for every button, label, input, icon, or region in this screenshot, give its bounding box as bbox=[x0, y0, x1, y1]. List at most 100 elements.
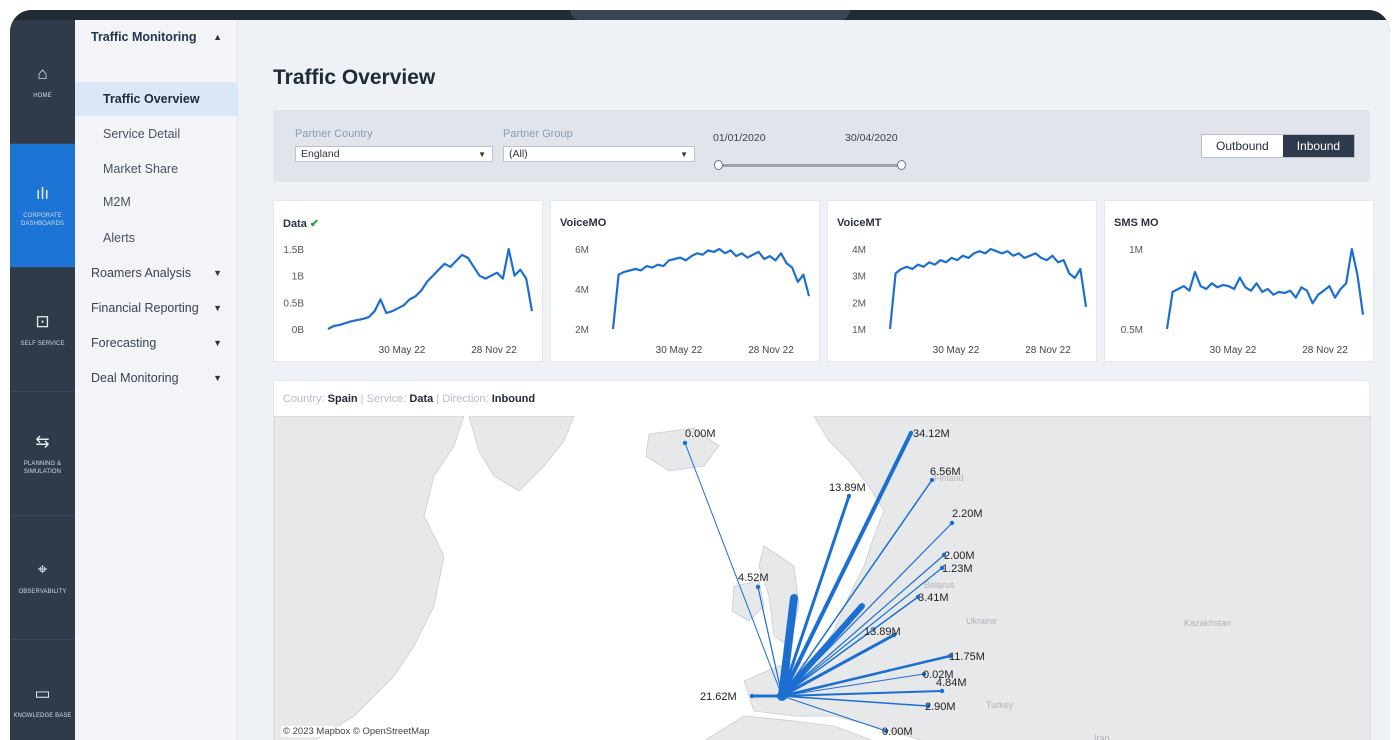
flow-value-label: 3.41M bbox=[918, 592, 949, 604]
map-place-label: Belarus bbox=[924, 580, 955, 590]
flow-endpoint[interactable] bbox=[929, 477, 935, 483]
y-tick-label: 1.5B bbox=[283, 245, 304, 256]
nav-item-alerts[interactable]: Alerts bbox=[75, 221, 238, 255]
rail-label: KNOWLEDGE BASE bbox=[13, 712, 72, 719]
flow-endpoint[interactable] bbox=[682, 440, 688, 446]
sparkline-series bbox=[611, 247, 811, 330]
x-tick-label: 30 May 22 bbox=[379, 345, 426, 356]
sparkline-chart: 6M 4M 2M 30 May 22 28 Nov 22 bbox=[575, 245, 811, 356]
flow-value-label: 2.20M bbox=[952, 508, 983, 520]
flow-value-label: 4.84M bbox=[936, 677, 967, 689]
sparkline-chart: 4M 3M 2M 1M 30 May 22 28 Nov 22 bbox=[852, 245, 1088, 356]
nav-group-label: Roamers Analysis bbox=[91, 266, 192, 280]
land-greenland bbox=[468, 416, 575, 492]
nav-item-label: Traffic Overview bbox=[103, 92, 200, 106]
nav-item-label: Service Detail bbox=[103, 127, 181, 141]
y-tick-label: 1M bbox=[852, 325, 866, 336]
nav-group-traffic-monitoring[interactable]: Traffic Monitoring ▲ bbox=[75, 20, 238, 54]
partner-country-value: England bbox=[301, 148, 340, 160]
nav-item-service-detail[interactable]: Service Detail bbox=[75, 117, 238, 151]
map-place-label: Kazakhstan bbox=[1184, 618, 1231, 628]
flow-value-label: 21.62M bbox=[700, 691, 737, 703]
y-tick-label: 2M bbox=[575, 325, 589, 336]
flow-value-label: 13.89M bbox=[864, 626, 901, 638]
kpi-card-voicemt[interactable]: VoiceMT 4M 3M 2M 1M 30 May 22 28 Nov 22 bbox=[827, 200, 1097, 362]
flow-value-label: 2.00M bbox=[944, 550, 975, 562]
rail-item-home[interactable]: ⌂ HOME bbox=[10, 20, 75, 144]
nav-group-forecasting[interactable]: Forecasting ▼ bbox=[75, 326, 238, 360]
nav-group-label: Forecasting bbox=[91, 336, 157, 350]
nav-item-m2m[interactable]: M2M bbox=[75, 185, 238, 219]
kpi-card-data[interactable]: Data ✔ 1.5B 1B 0.5B 0B 30 May 22 28 Nov 22 bbox=[273, 200, 543, 362]
nav-group-financial-reporting[interactable]: Financial Reporting ▼ bbox=[75, 291, 238, 325]
nav-item-market-share[interactable]: Market Share bbox=[75, 152, 238, 186]
bar-chart-icon: ılı bbox=[35, 183, 50, 203]
partner-group-select[interactable]: (All) ▼ bbox=[503, 146, 695, 162]
direction-value: Inbound bbox=[491, 393, 536, 405]
direction-toggle: Outbound Inbound bbox=[1201, 134, 1356, 158]
global-search-bar[interactable] bbox=[570, 10, 850, 20]
rail-item-observability[interactable]: ⌖ OBSERVABILITY bbox=[10, 516, 75, 640]
rail-item-planning-simulation[interactable]: ⇆ PLANNING & SIMULATION bbox=[10, 392, 75, 516]
sparkline-chart: 1.5B 1B 0.5B 0B 30 May 22 28 Nov 22 bbox=[283, 245, 534, 356]
dropdown-arrow-icon: ▼ bbox=[478, 150, 486, 159]
flow-value-label: 34.12M bbox=[913, 428, 950, 440]
x-tick-label: 28 Nov 22 bbox=[471, 345, 517, 356]
service-value: Data bbox=[409, 393, 434, 405]
rail-item-corporate-dashboards[interactable]: ılı CORPORATE DASHBOARDS bbox=[10, 144, 75, 268]
flow-value-label: 2.90M bbox=[925, 701, 956, 713]
rail-label: CORPORATE DASHBOARDS bbox=[20, 212, 64, 227]
y-tick-label: 1B bbox=[292, 272, 305, 283]
y-tick-label: 2M bbox=[852, 298, 866, 309]
kpi-card-voicemo[interactable]: VoiceMO 6M 4M 2M 30 May 22 28 Nov 22 bbox=[550, 200, 820, 362]
dropdown-arrow-icon: ▼ bbox=[680, 150, 688, 159]
rail-label: HOME bbox=[33, 92, 52, 99]
partner-group-label: Partner Group bbox=[503, 128, 573, 140]
date-end: 30/04/2020 bbox=[845, 132, 898, 144]
book-icon: ▭ bbox=[34, 683, 51, 703]
rail-item-knowledge-base[interactable]: ▭ KNOWLEDGE BASE bbox=[10, 640, 75, 740]
page-title: Traffic Overview bbox=[273, 66, 436, 89]
sparkline-chart: 1M 0.5M 30 May 22 28 Nov 22 bbox=[1121, 245, 1365, 356]
telescope-icon: ⌖ bbox=[37, 559, 48, 579]
nav-group-label: Financial Reporting bbox=[91, 301, 199, 315]
flow-value-label: 6.56M bbox=[930, 466, 961, 478]
flow-value-label: 4.52M bbox=[738, 572, 769, 584]
rail-item-self-service[interactable]: ⊡ SELF SERVICE bbox=[10, 268, 75, 392]
x-tick-label: 30 May 22 bbox=[656, 345, 703, 356]
flow-endpoint[interactable] bbox=[749, 693, 755, 699]
flow-map[interactable]: Finland Belarus Ukraine Kazakhstan Turkey Ira… bbox=[274, 416, 1371, 740]
app-window: ⌂ HOME ılı CORPORATE DASHBOARDS ⊡ SELF SERVIC… bbox=[10, 10, 1390, 740]
nav-group-roamers-analysis[interactable]: Roamers Analysis ▼ bbox=[75, 256, 238, 290]
nav-item-label: Alerts bbox=[103, 231, 135, 245]
map-header: Country: Spain | Service: Data | Directi… bbox=[283, 393, 535, 405]
y-tick-label: 0B bbox=[292, 325, 305, 336]
nav-item-traffic-overview[interactable]: Traffic Overview bbox=[75, 82, 238, 116]
flow-endpoint[interactable] bbox=[949, 520, 955, 526]
flow-value-label: 1.23M bbox=[942, 563, 973, 575]
inbound-button[interactable]: Inbound bbox=[1282, 135, 1355, 157]
x-tick-label: 28 Nov 22 bbox=[1025, 345, 1071, 356]
flow-endpoint[interactable] bbox=[939, 688, 945, 694]
filter-bar: Partner Country England ▼ Partner Group … bbox=[273, 110, 1370, 182]
caret-down-icon: ▼ bbox=[213, 268, 222, 278]
outbound-button[interactable]: Outbound bbox=[1202, 135, 1283, 157]
home-icon: ⌂ bbox=[37, 63, 48, 83]
kpi-card-sms-mo[interactable]: SMS MO 1M 0.5M 30 May 22 28 Nov 22 bbox=[1104, 200, 1374, 362]
flow-endpoint[interactable] bbox=[846, 493, 852, 499]
date-slider-start-handle[interactable] bbox=[714, 160, 723, 170]
rail-label: SELF SERVICE bbox=[20, 340, 65, 347]
nav-group-deal-monitoring[interactable]: Deal Monitoring ▼ bbox=[75, 361, 238, 395]
rail-label: PLANNING & SIMULATION bbox=[23, 460, 62, 475]
y-tick-label: 0.5B bbox=[283, 298, 304, 309]
y-tick-label: 6M bbox=[575, 245, 589, 256]
map-attribution: © 2023 Mapbox © OpenStreetMap bbox=[281, 726, 432, 737]
date-range-slider[interactable] bbox=[719, 164, 903, 167]
flow-origin-marker[interactable] bbox=[777, 691, 787, 701]
direction-label: Direction: bbox=[442, 393, 489, 405]
flow-endpoint[interactable] bbox=[755, 584, 761, 590]
partner-group-value: (All) bbox=[509, 148, 528, 160]
sparkline-series bbox=[327, 247, 534, 330]
date-slider-end-handle[interactable] bbox=[897, 160, 906, 170]
partner-country-select[interactable]: England ▼ bbox=[295, 146, 493, 162]
